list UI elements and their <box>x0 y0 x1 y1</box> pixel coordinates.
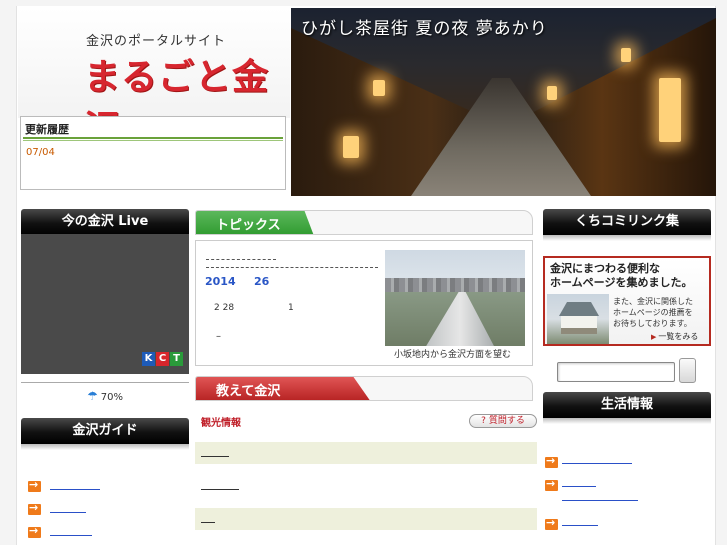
banner-text: また、金沢に関係した ホームページの推薦を お待ちしております。 <box>613 297 693 328</box>
live-camera-view[interactable]: K C T <box>21 234 189 374</box>
site-logo[interactable]: 金沢のポータルサイト まるごと金沢 <box>18 8 290 150</box>
kct-letter: K <box>142 352 155 366</box>
weather-forecast: ☂ 70% <box>21 382 189 410</box>
ask-question-button[interactable]: ? 質問する <box>469 414 537 428</box>
list-item[interactable] <box>28 478 178 501</box>
search-button[interactable] <box>679 358 696 383</box>
arrow-right-icon <box>545 454 558 468</box>
search-input[interactable] <box>557 362 675 382</box>
topics-year: 2014 <box>205 275 236 288</box>
topics-text: – <box>216 331 221 342</box>
list-item[interactable] <box>28 501 178 524</box>
lantern-icon <box>343 136 359 158</box>
oshiete-header: 教えて金沢 <box>195 376 533 401</box>
banner-title: 金沢にまつわる便利な ホームページを集めました。 <box>550 262 693 289</box>
divider <box>206 267 378 268</box>
lantern-icon <box>373 80 385 96</box>
question-icon: ? <box>481 416 486 426</box>
hero-title: ひがし茶屋街 夏の夜 夢あかり <box>301 19 548 39</box>
question-link[interactable] <box>201 489 239 490</box>
oshiete-title: 教えて金沢 <box>216 384 281 399</box>
life-list <box>545 454 705 539</box>
arrow-right-icon <box>28 478 41 492</box>
hero-photo: ひがし茶屋街 夏の夜 夢あかり <box>291 8 716 196</box>
divider <box>23 137 283 141</box>
photo-caption: 小坂地内から金沢方面を望む <box>394 350 512 360</box>
guide-header: 金沢ガイド <box>21 418 189 450</box>
castle-wall <box>561 316 597 334</box>
page: 金沢のポータルサイト まるごと金沢 更新履歴 07/04 ひがし茶屋街 夏の夜 … <box>0 0 727 545</box>
life-link[interactable] <box>562 486 596 487</box>
topics-day: 26 <box>254 275 270 288</box>
life-link[interactable] <box>562 500 638 501</box>
castle-image <box>547 294 609 344</box>
guide-list <box>28 478 178 545</box>
topics-panel: 2014 26 2 28 1 – 小坂地内から金沢方面を望む <box>195 240 533 366</box>
arrow-right-icon <box>28 524 41 538</box>
site-subtitle: 金沢のポータルサイト <box>86 34 227 49</box>
update-history-panel: 更新履歴 07/04 <box>20 116 286 190</box>
lantern-icon <box>547 86 557 100</box>
precipitation-value: 70% <box>100 392 123 403</box>
life-header: 生活情報 <box>543 392 711 424</box>
question-list <box>195 442 537 541</box>
category-label[interactable]: 観光情報 <box>201 414 241 429</box>
kuchikomi-banner[interactable]: 金沢にまつわる便利な ホームページを集めました。 また、金沢に関係した ホームペ… <box>543 256 711 346</box>
umbrella-icon: ☂ <box>87 389 98 403</box>
photo-cityscape <box>385 278 525 292</box>
arrow-right-icon <box>545 477 558 491</box>
life-link[interactable] <box>562 463 632 464</box>
arrow-right-icon <box>28 501 41 515</box>
question-link[interactable] <box>201 456 229 457</box>
topics-photo[interactable] <box>385 250 525 346</box>
topics-title: トピックス <box>216 218 281 233</box>
castle-roof <box>559 302 599 316</box>
update-history-date[interactable]: 07/04 <box>26 147 55 158</box>
update-history-title: 更新履歴 <box>25 123 69 136</box>
list-item[interactable] <box>545 516 705 539</box>
guide-link[interactable] <box>50 512 86 513</box>
ask-question-label: 質問する <box>488 416 525 426</box>
question-row[interactable] <box>195 475 537 497</box>
list-item[interactable] <box>28 524 178 545</box>
photo-railway <box>425 292 495 346</box>
kct-letter: T <box>170 352 183 366</box>
divider <box>206 259 276 260</box>
guide-link[interactable] <box>50 489 100 490</box>
lantern-icon <box>659 78 681 142</box>
topics-text: 1 <box>288 303 294 313</box>
banner-more-link[interactable]: 一覧をみる <box>651 331 698 342</box>
guide-link[interactable] <box>50 535 92 536</box>
live-header: 今の金沢 Live <box>21 209 189 241</box>
list-item[interactable] <box>545 454 705 477</box>
arrow-right-icon <box>545 516 558 530</box>
lantern-icon <box>621 48 631 62</box>
list-item[interactable] <box>545 477 705 501</box>
question-row[interactable] <box>195 508 537 530</box>
question-link[interactable] <box>201 522 215 523</box>
question-row[interactable] <box>195 442 537 464</box>
kuchikomi-header: くちコミリンク集 <box>543 209 711 241</box>
kct-letter: C <box>156 352 169 366</box>
topics-text: 2 28 <box>214 303 235 313</box>
topics-header: トピックス <box>195 210 533 235</box>
life-link[interactable] <box>562 525 598 526</box>
kct-logo[interactable]: K C T <box>142 352 183 366</box>
